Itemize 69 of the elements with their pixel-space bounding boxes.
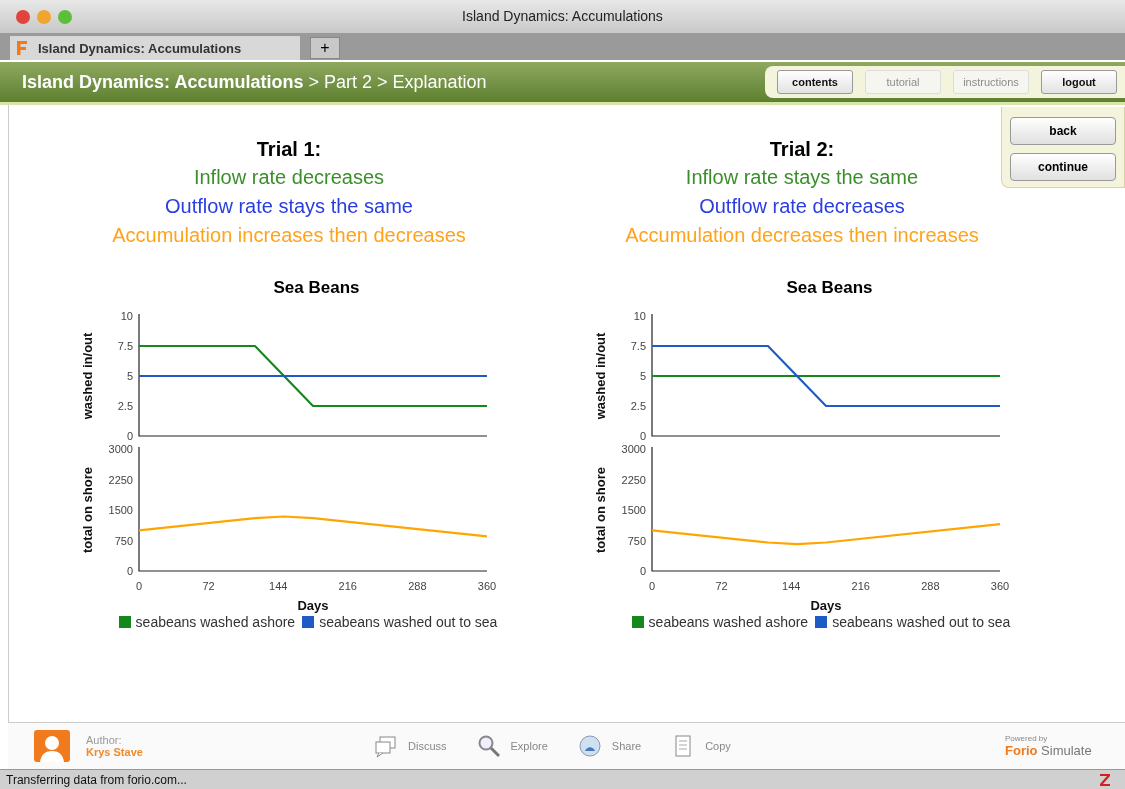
legend-label: seabeans washed out to sea [832, 614, 1011, 630]
tick-label: 1500 [108, 504, 133, 516]
window-title: Island Dynamics: Accumulations [462, 8, 663, 24]
tick-label: 144 [269, 580, 288, 592]
new-tab-button[interactable]: + [310, 37, 340, 59]
tick-label: 2.5 [630, 400, 646, 412]
axis-title: Days [297, 598, 329, 613]
tick-label: 750 [627, 534, 646, 547]
nav-button[interactable]: back [1010, 117, 1116, 145]
footer-link[interactable]: Share [611, 740, 642, 752]
axis-title: washed in/out [593, 332, 608, 420]
tick-label: 0 [126, 565, 133, 577]
tick-label: 2250 [108, 473, 133, 486]
trial-statement: Inflow rate decreases [193, 165, 385, 190]
tick-label: 288 [921, 580, 940, 592]
tick-label: 360 [477, 580, 497, 592]
tick-label: 288 [408, 580, 427, 592]
nav-button[interactable]: logout [1041, 70, 1117, 94]
tick-label: 0 [639, 430, 646, 442]
tick-label: 7.5 [630, 340, 646, 352]
tick-label: 5 [639, 370, 646, 382]
status-text: Transferring data from forio.com... [6, 772, 187, 787]
powered-by-label: Powered by [1005, 734, 1049, 743]
tick-label: 216 [338, 580, 357, 592]
footer-link[interactable]: Discuss [408, 740, 447, 752]
tick-label: 2.5 [117, 400, 133, 412]
trial-statement: Accumulation increases then decreases [112, 223, 466, 248]
trial-statement: Outflow rate stays the same [165, 194, 413, 219]
axis-title: Days [810, 598, 842, 613]
axis-title: total on shore [593, 467, 608, 553]
tick-label: 0 [648, 580, 656, 592]
tick-label: 72 [202, 580, 215, 592]
legend-label: seabeans washed out to sea [319, 614, 498, 630]
tick-label: 0 [126, 430, 133, 442]
nav-button[interactable]: continue [1010, 153, 1116, 181]
tick-label: 0 [135, 580, 143, 592]
footer-link[interactable]: Copy [705, 740, 731, 752]
nav-button[interactable]: contents [777, 70, 853, 94]
footer-link[interactable]: Explore [510, 740, 548, 752]
tick-label: 216 [851, 580, 870, 592]
tick-label: 2250 [621, 473, 646, 486]
axis-title: total on shore [80, 467, 95, 553]
trial-statement: Outflow rate decreases [699, 194, 905, 219]
tick-label: 10 [120, 310, 133, 322]
trial-statement: Accumulation decreases then increases [625, 223, 979, 248]
trial-title: Trial 1: [256, 137, 322, 162]
trial-title: Trial 2: [769, 137, 835, 162]
tick-label: 144 [782, 580, 801, 592]
tick-label: 5 [126, 370, 133, 382]
author-label: Author: [86, 734, 123, 746]
legend-label: seabeans washed ashore [135, 614, 296, 630]
legend-label: seabeans washed ashore [648, 614, 809, 630]
breadcrumb: Island Dynamics: Accumulations > Part 2 > Explanation [22, 71, 487, 93]
chart-title: Sea Beans [272, 278, 361, 298]
browser-tab[interactable]: Island Dynamics: Accumulations [10, 36, 300, 60]
tick-label: 7.5 [117, 340, 133, 352]
tick-label: 10 [633, 310, 646, 322]
tick-label: 750 [114, 534, 133, 547]
brand-name: Forio Simulate [1005, 743, 1093, 758]
chart-title: Sea Beans [785, 278, 874, 298]
author-link[interactable]: Krys Stave [86, 746, 143, 758]
axis-title: washed in/out [80, 332, 95, 420]
tick-label: 360 [990, 580, 1010, 592]
tick-label: 3000 [621, 443, 646, 455]
tick-label: 72 [715, 580, 728, 592]
tick-label: 3000 [108, 443, 133, 455]
tick-label: 1500 [621, 504, 646, 516]
trial-statement: Inflow rate stays the same [685, 165, 919, 190]
tick-label: 0 [639, 565, 646, 577]
